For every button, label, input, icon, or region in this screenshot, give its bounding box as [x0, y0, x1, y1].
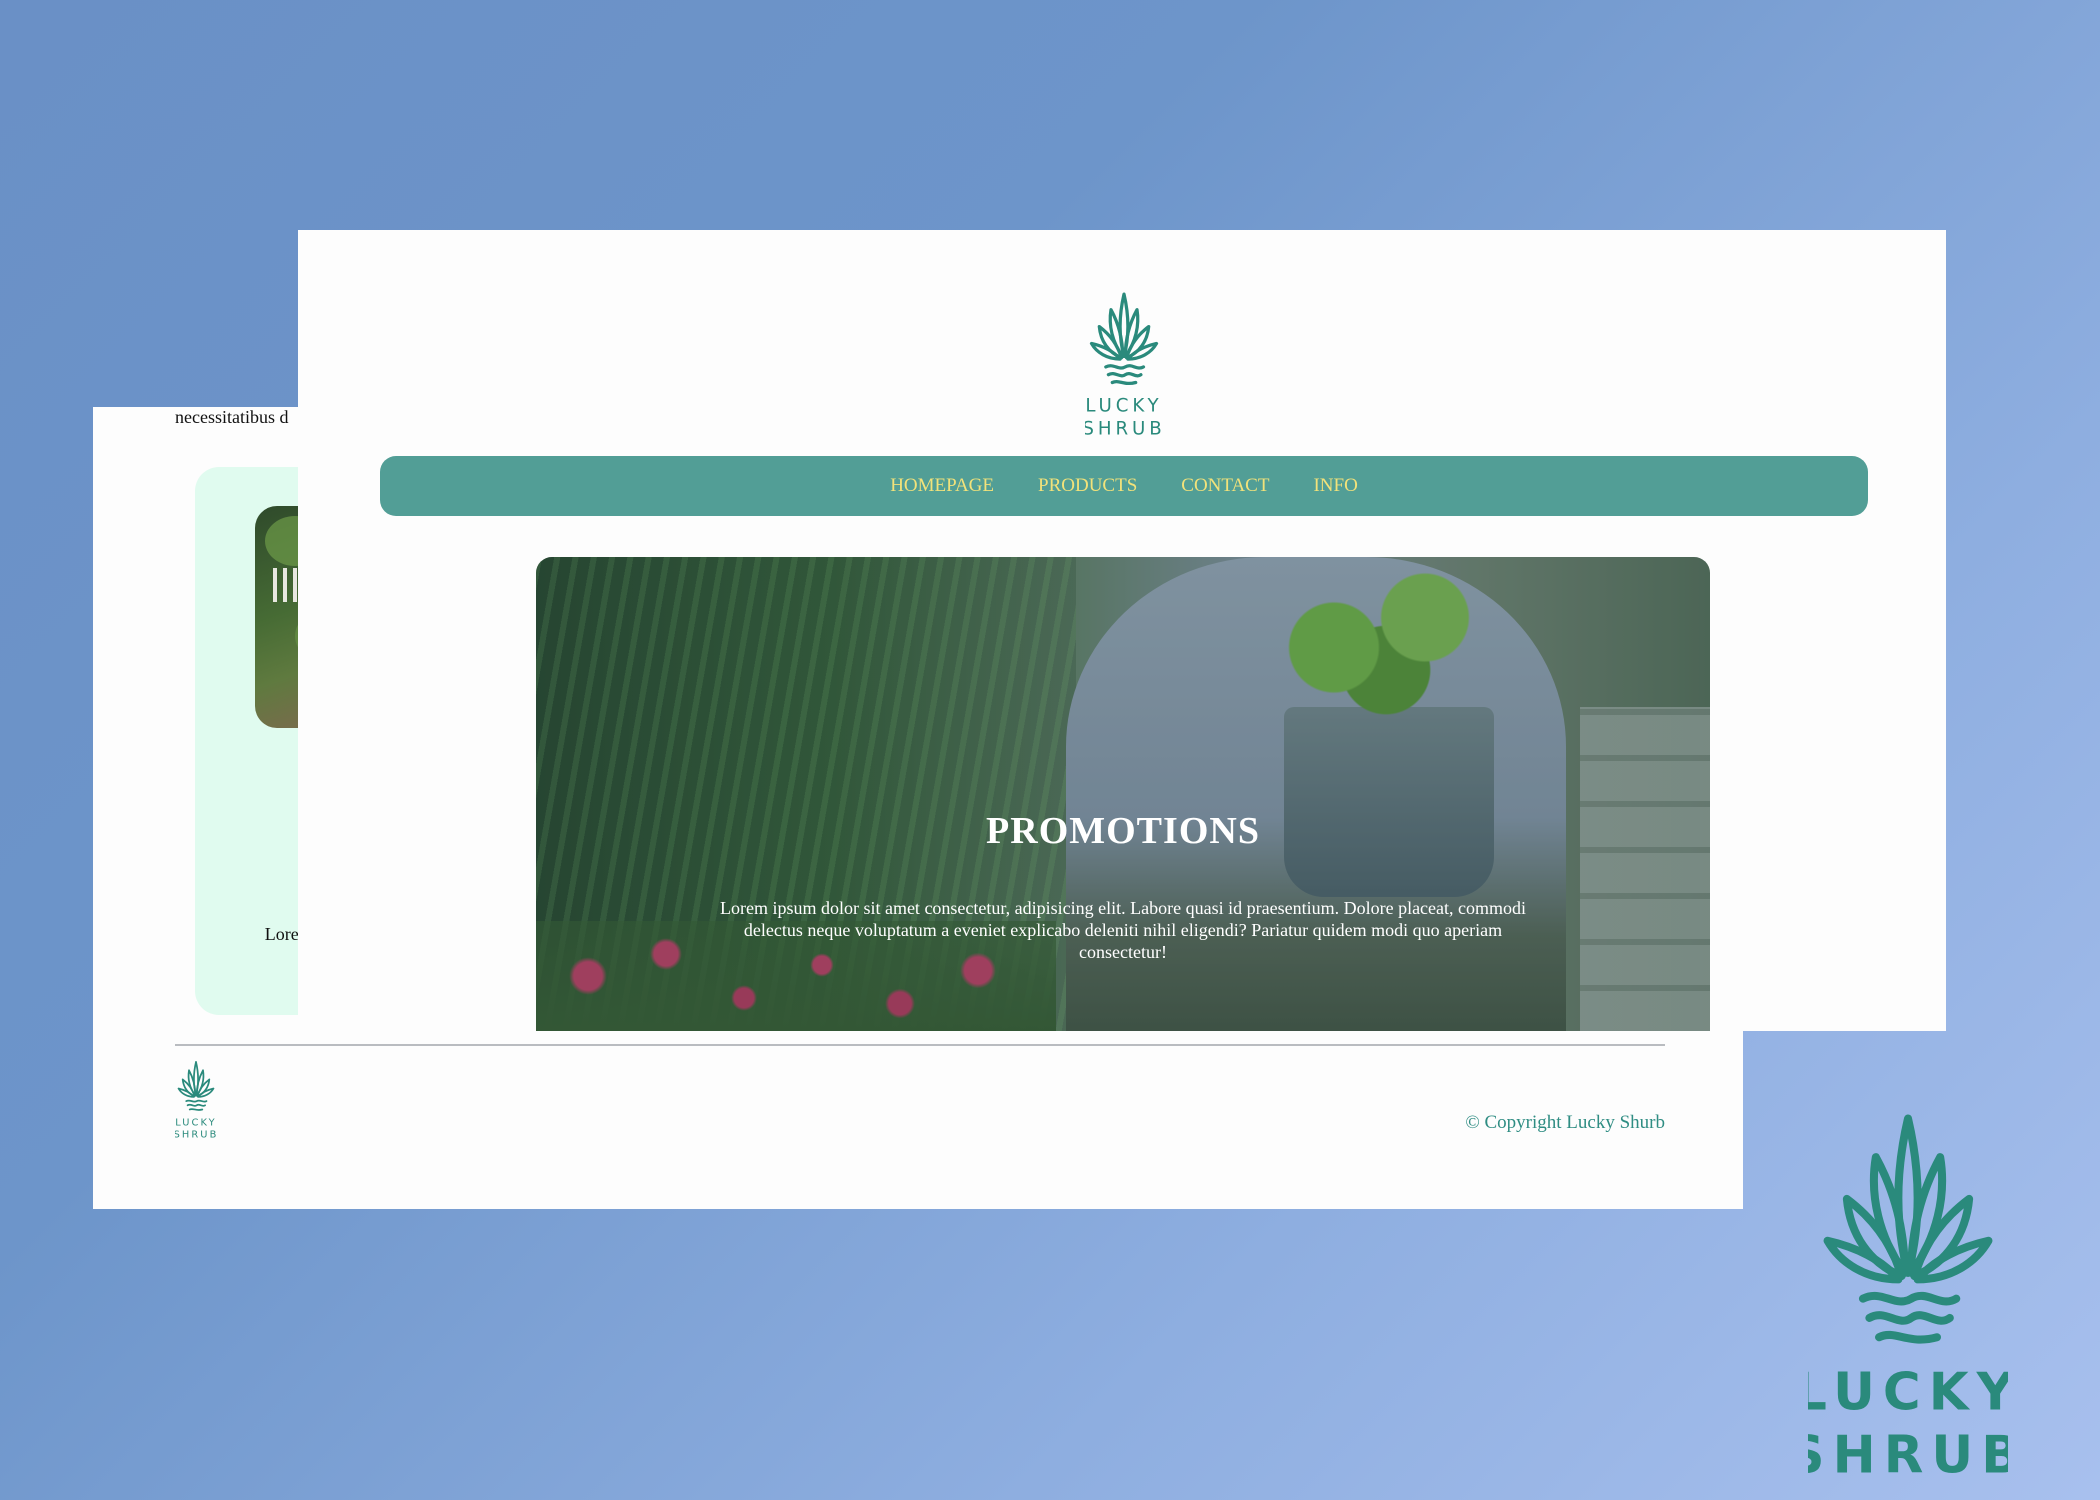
footer-logo-line2: SHRUB — [175, 1130, 217, 1141]
brand-logo-line2: SHRUB — [1808, 1425, 2008, 1482]
nav-contact[interactable]: CONTACT — [1181, 475, 1269, 497]
header-logo[interactable]: LUCKY SHRUB — [1085, 285, 1163, 441]
footer-logo[interactable]: LUCKY SHRUB — [175, 1057, 217, 1141]
header-logo-line1: LUCKY — [1085, 396, 1162, 417]
copyright-text: © Copyright Lucky Shurb — [1465, 1112, 1665, 1133]
main-nav: HOMEPAGE PRODUCTS CONTACT INFO — [380, 456, 1868, 516]
header-logo-line2: SHRUB — [1085, 419, 1163, 440]
promotions-body: Lorem ipsum dolor sit amet consectetur, … — [719, 898, 1527, 962]
nav-homepage[interactable]: HOMEPAGE — [890, 475, 994, 497]
back-page-text: necessitatibus d — [175, 407, 289, 427]
brand-logo-large: LUCKY SHRUB — [1808, 1096, 2008, 1482]
front-page-screenshot: LUCKY SHRUB HOMEPAGE PRODUCTS CONTACT IN… — [298, 230, 1946, 1031]
promotions-title: PROMOTIONS — [986, 810, 1260, 852]
footer-logo-line1: LUCKY — [175, 1117, 217, 1128]
nav-info[interactable]: INFO — [1313, 475, 1357, 497]
brand-logo-line1: LUCKY — [1808, 1363, 2008, 1423]
footer-divider — [175, 1044, 1665, 1046]
promotions-hero: PROMOTIONS Lorem ipsum dolor sit amet co… — [536, 557, 1710, 1031]
nav-products[interactable]: PRODUCTS — [1038, 475, 1137, 497]
